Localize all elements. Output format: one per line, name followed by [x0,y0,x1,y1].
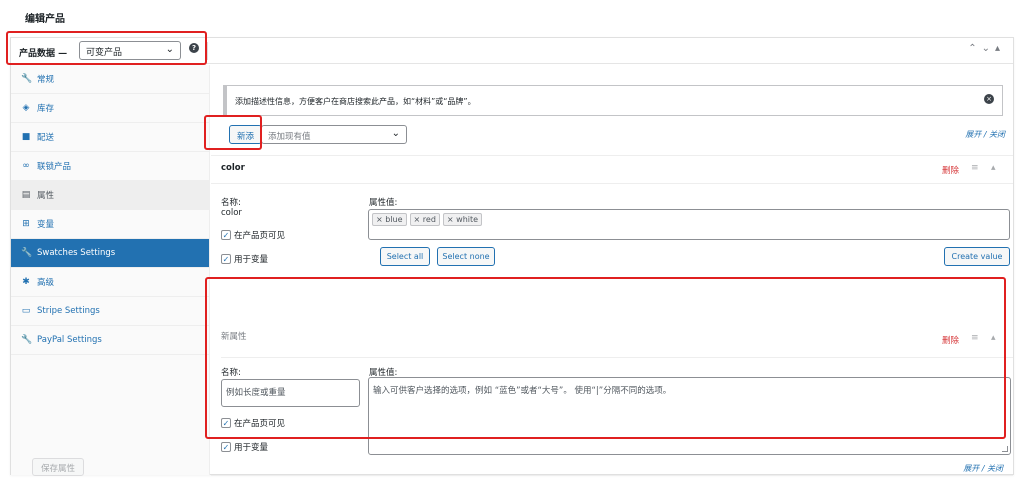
highlight-box [205,277,1006,439]
tab-label: PayPal Settings [37,335,102,345]
value-tag[interactable]: × red [409,213,440,226]
collapse-icon[interactable]: ▴ [995,43,1005,54]
check-icon: ✓ [221,442,231,452]
expand-close-link[interactable]: 展开 / 关闭 [965,129,1005,140]
header-divider [207,42,208,60]
checkbox-label: 用于变量 [234,255,269,265]
tab-label: 联锁产品 [37,162,72,172]
collapse-icon[interactable]: ▴ [991,163,996,173]
tab-label: Swatches Settings [37,248,116,258]
select-all-button[interactable]: Select all [380,247,430,266]
existing-attribute-placeholder: 添加现有值 [268,132,311,142]
attribute-title: color [221,163,245,173]
wrench-icon: 🔧 [21,74,33,84]
chevron-down-icon: ⌄ [391,128,400,139]
move-up-icon[interactable]: ⌃ [968,43,981,54]
tab-label: 变量 [37,220,55,230]
tab-paypal-settings[interactable]: 🔧 PayPal Settings [11,326,209,355]
attribute-name-value: color [221,208,242,218]
card-icon: ▭ [21,306,31,316]
divider [211,183,1013,184]
tab-stripe-settings[interactable]: ▭ Stripe Settings [11,297,209,326]
tab-linked-products[interactable]: ∞ 联锁产品 [11,152,209,181]
used-for-variations-checkbox[interactable]: ✓ 用于变量 [221,441,268,453]
page-title: 编辑产品 [25,14,65,25]
wrench-icon: 🔧 [21,248,33,258]
expand-close-link[interactable]: 展开 / 关闭 [963,463,1003,474]
divider [211,155,1013,156]
existing-attribute-select[interactable]: 添加现有值 ⌄ [261,125,407,144]
wrench-icon: 🔧 [21,335,33,345]
checkbox-label: 用于变量 [234,443,269,453]
value-tag[interactable]: × white [442,213,483,226]
tab-shipping[interactable]: ■ 配送 [11,123,209,152]
dismiss-icon[interactable]: × [984,94,994,104]
remove-attribute-link[interactable]: 删除 [942,164,959,176]
move-down-icon[interactable]: ⌄ [982,43,995,54]
tab-label: 配送 [37,133,55,143]
highlight-box [204,115,262,150]
tab-label: 属性 [37,191,55,201]
drag-handle-icon[interactable]: ≡ [971,163,979,173]
gear-icon: ✱ [22,277,30,287]
tab-advanced[interactable]: ✱ 高级 [11,268,209,297]
tab-variations[interactable]: ⊞ 变量 [11,210,209,239]
resize-handle-icon[interactable] [1002,446,1008,452]
visible-on-product-page-checkbox[interactable]: ✓ 在产品页可见 [221,229,285,241]
tab-label: 高级 [37,278,55,288]
value-tag[interactable]: × blue [372,213,407,226]
attributes-notice: 添加描述性信息，方便客户在商店搜索此产品，如“材料”或“品牌”。 × [223,85,1003,116]
tab-attributes[interactable]: ▤ 属性 [11,181,209,210]
metabox-controls[interactable]: ⌃⌄▴ [968,43,1005,54]
truck-icon: ■ [21,132,31,142]
tag-icon: ◈ [22,103,30,113]
tab-label: 库存 [37,104,55,114]
product-data-tabs: 🔧 常规 ◈ 库存 ■ 配送 ∞ 联锁产品 ▤ 属性 ⊞ 变量 🔧 Swatches Sett… [11,65,210,475]
grid-icon: ⊞ [22,219,30,229]
checkbox-label: 在产品页可见 [234,231,286,241]
table-icon: ▤ [21,190,31,200]
check-icon: ✓ [221,254,231,264]
name-label: 名称: [221,198,241,208]
used-for-variations-checkbox[interactable]: ✓ 用于变量 [221,253,268,265]
check-icon: ✓ [221,230,231,240]
values-label: 属性值: [369,198,398,208]
tab-inventory[interactable]: ◈ 库存 [11,94,209,123]
highlight-box [6,31,207,65]
tab-general[interactable]: 🔧 常规 [11,65,209,94]
divider [211,475,1013,476]
notice-text: 添加描述性信息，方便客户在商店搜索此产品，如“材料”或“品牌”。 [235,97,476,106]
tab-label: 常规 [37,75,55,85]
create-value-button[interactable]: Create value [944,247,1010,266]
attribute-values-field[interactable]: × blue × red × white [368,209,1010,240]
select-none-button[interactable]: Select none [437,247,495,266]
link-icon: ∞ [22,161,30,171]
tab-label: Stripe Settings [37,306,100,316]
save-attributes-button[interactable]: 保存属性 [32,458,84,476]
tab-swatches-settings[interactable]: 🔧 Swatches Settings [11,239,209,268]
